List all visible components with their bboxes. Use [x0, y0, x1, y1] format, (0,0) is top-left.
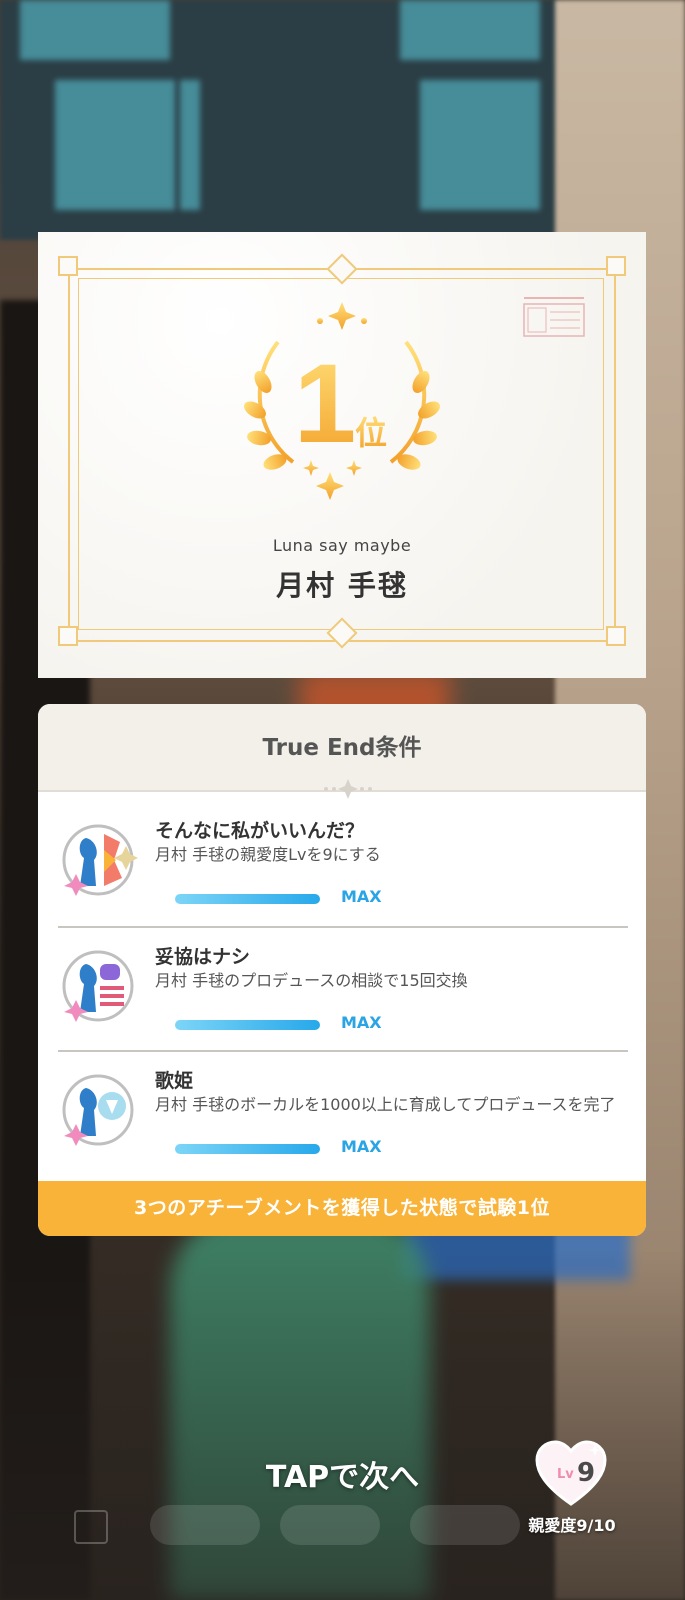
rank-certificate: 1 位 Luna say maybe 月村 手毬: [38, 232, 646, 678]
progress-bar: [175, 1144, 320, 1154]
achievement-badge-icon: [62, 950, 134, 1022]
unit-name: Luna say maybe: [272, 536, 412, 555]
character-name: 月村 手毬: [276, 569, 408, 602]
panel-title: True End条件: [262, 735, 422, 761]
progress-bar: [175, 894, 320, 904]
progress-label: MAX: [341, 1013, 382, 1032]
toolbar-button[interactable]: [150, 1505, 260, 1545]
rank-laurel-icon: 1 位: [244, 302, 440, 500]
affinity-lv-prefix: Lv: [557, 1467, 574, 1482]
achievement-badge-icon: [62, 1074, 134, 1146]
rank-number: 1: [294, 341, 356, 466]
condition-title: そんなに私がいいんだ？: [155, 820, 365, 842]
frame-corner: [58, 626, 78, 646]
achievement-badge-icon: [62, 824, 138, 896]
affinity-indicator: Lv 9 親愛度9/10: [520, 1440, 620, 1540]
progress-label: MAX: [341, 887, 382, 906]
condition-title: 歌姫: [155, 1070, 194, 1092]
true-end-conditions-panel: True End条件 そんなに私がいいんだ？ 月村 手毬の親愛度Lvを9にする …: [38, 704, 646, 1236]
school-stamp-icon: [523, 297, 585, 337]
condition-divider: [58, 926, 628, 928]
rank-suffix: 位: [355, 414, 387, 452]
frame-corner: [606, 256, 626, 276]
frame-corner: [58, 256, 78, 276]
condition-item: 歌姫 月村 手毬のボーカルを1000以上に育成してプロデュースを完了 MAX: [58, 1050, 628, 1172]
divider-sparkle-icon: [324, 779, 372, 799]
frame-corner: [606, 626, 626, 646]
condition-title: 妥協はナシ: [155, 946, 251, 968]
toolbar-button[interactable]: [410, 1505, 520, 1545]
affinity-label: 親愛度9/10: [528, 1516, 616, 1535]
progress-bar: [175, 1020, 320, 1030]
progress-label: MAX: [341, 1137, 382, 1156]
condition-item: 妥協はナシ 月村 手毬のプロデュースの相談で15回交換 MAX: [58, 926, 628, 1048]
condition-divider: [58, 1050, 628, 1052]
condition-description: 月村 手毬の親愛度Lvを9にする: [155, 845, 381, 864]
affinity-level: 9: [577, 1458, 596, 1488]
toolbar-button[interactable]: [280, 1505, 380, 1545]
panel-header: True End条件: [38, 704, 646, 799]
condition-description: 月村 手毬のボーカルを1000以上に育成してプロデュースを完了: [155, 1095, 616, 1114]
condition-item: そんなに私がいいんだ？ 月村 手毬の親愛度Lvを9にする MAX: [58, 800, 628, 922]
condition-description: 月村 手毬のプロデュースの相談で15回交換: [155, 971, 468, 990]
conditions-footer: 3つのアチーブメントを獲得した状態で試験1位: [38, 1181, 646, 1236]
fullscreen-icon[interactable]: [74, 1510, 108, 1544]
